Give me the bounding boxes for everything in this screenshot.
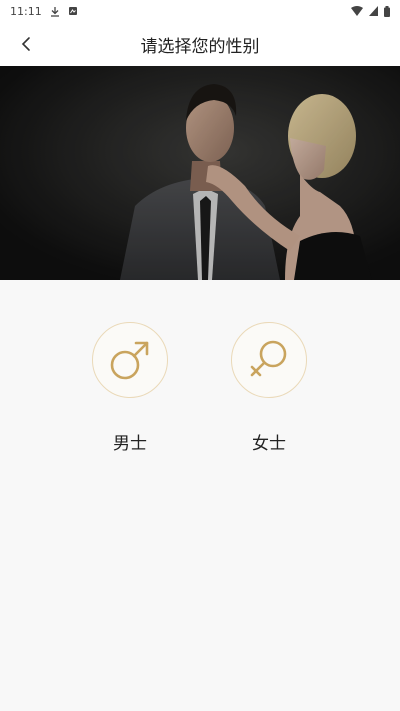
battery-icon xyxy=(384,5,390,17)
male-symbol-icon xyxy=(110,341,149,380)
app-bar: 请选择您的性别 xyxy=(0,22,400,66)
download-icon xyxy=(50,6,59,17)
male-circle[interactable] xyxy=(92,322,168,398)
status-bar: 11:11 xyxy=(0,0,400,22)
page-title: 请选择您的性别 xyxy=(140,36,260,57)
male-label: 男士 xyxy=(113,434,147,454)
couple-photo xyxy=(0,66,400,280)
status-time: 11:11 xyxy=(10,4,42,18)
back-button[interactable] xyxy=(12,32,40,56)
gender-options: 男士 女士 xyxy=(0,280,400,711)
hero-image xyxy=(0,66,400,280)
female-circle[interactable] xyxy=(231,322,307,398)
female-symbol-icon xyxy=(250,340,287,377)
male-option[interactable]: 男士 xyxy=(85,322,175,454)
female-option[interactable]: 女士 xyxy=(224,322,314,454)
signal-icon xyxy=(369,6,378,16)
notification-icon xyxy=(68,7,77,15)
wifi-icon xyxy=(351,6,363,16)
chevron-left-icon xyxy=(21,37,30,51)
female-label: 女士 xyxy=(252,434,286,454)
